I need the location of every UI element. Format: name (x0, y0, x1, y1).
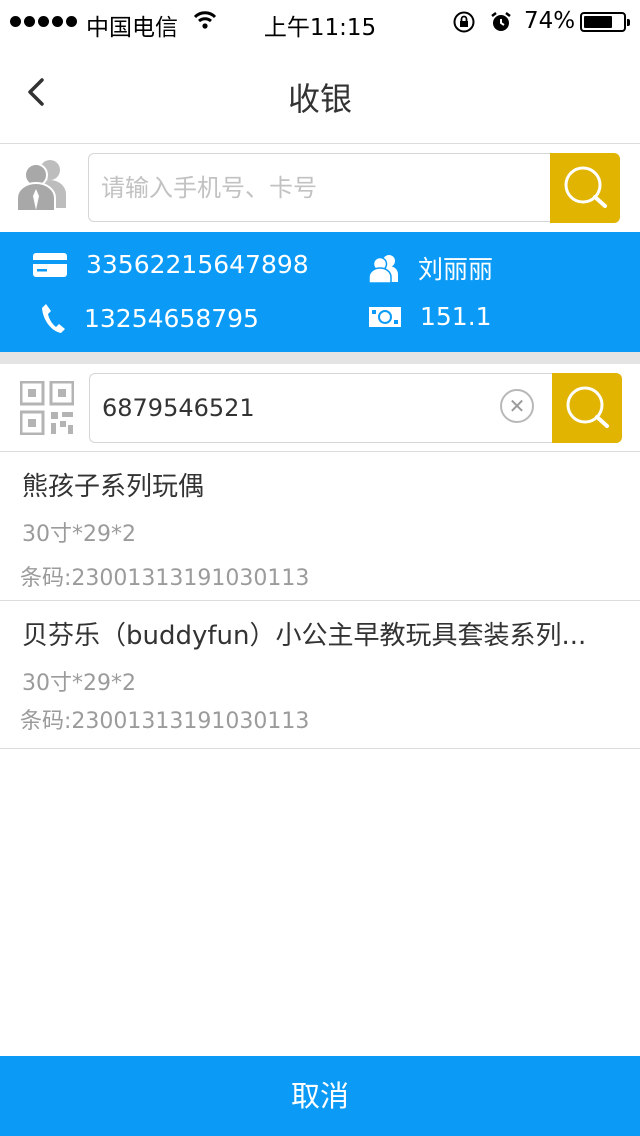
product-spec: 30寸*29*2 (22, 671, 136, 696)
alarm-icon (489, 10, 513, 40)
money-icon (369, 306, 401, 327)
member-phone: 13254658795 (84, 303, 259, 333)
rotation-lock-icon (452, 10, 476, 40)
battery-percentage: 74% (524, 8, 576, 34)
search-icon (564, 166, 607, 208)
page-title: 收银 (287, 80, 352, 118)
member-search-input-wrapper (88, 153, 550, 222)
product-barcode: 条码:23001313191030113 (20, 709, 310, 734)
cancel-button[interactable]: 取消 (0, 1056, 640, 1136)
product-search-input[interactable] (90, 374, 552, 442)
search-icon (566, 386, 609, 428)
navigation-bar: 收银 (0, 44, 640, 144)
member-search-input[interactable] (89, 154, 550, 221)
product-spec: 30寸*29*2 (22, 522, 136, 547)
qr-code-icon[interactable] (19, 380, 75, 439)
card-number: 33562215647898 (86, 250, 309, 279)
card-number-row: 33562215647898 (32, 250, 309, 279)
phone-icon (42, 304, 65, 333)
section-divider (0, 352, 640, 364)
member-icon (368, 255, 398, 283)
clear-icon[interactable]: ✕ (500, 389, 534, 423)
product-list-item[interactable]: 贝芬乐（buddyfun）小公主早教玩具套装系列... 30寸*29*2 条码:… (0, 601, 640, 749)
members-icon (14, 156, 72, 216)
product-list-item[interactable]: 熊孩子系列玩偶 30寸*29*2 条码:23001313191030113 (0, 452, 640, 601)
card-icon (33, 252, 67, 277)
product-name: 熊孩子系列玩偶 (22, 472, 205, 502)
member-info-panel: 33562215647898 刘丽丽 13254658795 151.1 (0, 232, 640, 352)
battery-icon (580, 12, 630, 32)
member-name: 刘丽丽 (418, 255, 494, 284)
balance-row: 151.1 (368, 302, 492, 331)
member-balance: 151.1 (420, 302, 492, 331)
status-bar: 中国电信 上午11:15 74% (0, 0, 640, 44)
member-search-bar (0, 144, 640, 232)
member-name-row: 刘丽丽 (368, 250, 493, 286)
product-search-bar: ✕ (0, 364, 640, 452)
member-search-button[interactable] (550, 153, 620, 223)
phone-row: 13254658795 (40, 302, 259, 334)
product-name: 贝芬乐（buddyfun）小公主早教玩具套装系列... (22, 621, 587, 651)
product-search-input-wrapper (89, 373, 552, 443)
product-barcode: 条码:23001313191030113 (20, 566, 310, 591)
product-search-button[interactable] (552, 373, 622, 443)
